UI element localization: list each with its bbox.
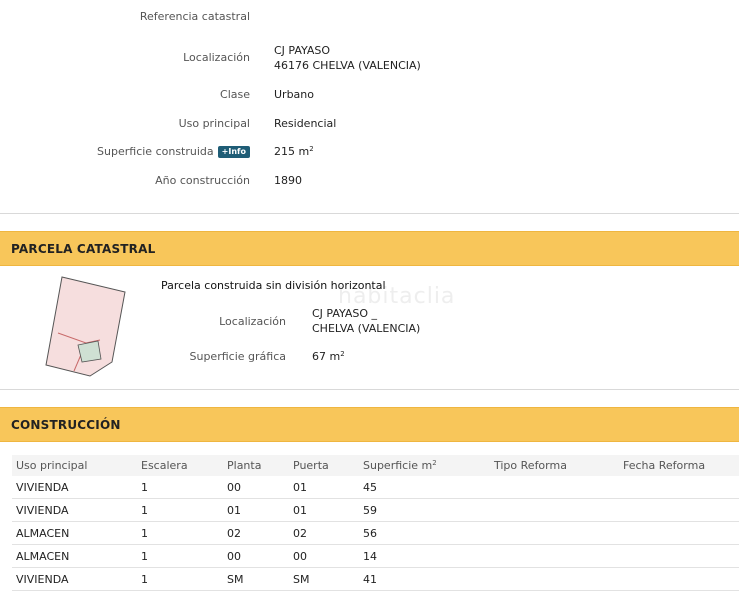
cell-fecha-reforma bbox=[619, 521, 739, 545]
cell-uso: VIVIENDA bbox=[12, 498, 137, 522]
cell-planta: 00 bbox=[223, 476, 289, 499]
cell-superficie: 14 bbox=[359, 544, 490, 568]
superficie-label-wrap: Superficie construida +Info bbox=[97, 145, 250, 158]
parcela-superficie-wrap: 67 m2 bbox=[312, 350, 345, 363]
col-planta: Planta bbox=[223, 455, 289, 476]
table-row: ALMACEN 1 02 02 56 bbox=[12, 521, 739, 545]
anio-value: 1890 bbox=[274, 174, 302, 187]
col-escalera: Escalera bbox=[137, 455, 223, 476]
cell-planta: 02 bbox=[223, 521, 289, 545]
cell-tipo-reforma bbox=[490, 567, 619, 591]
cell-tipo-reforma bbox=[490, 498, 619, 522]
table-header-row: Uso principal Escalera Planta Puerta Sup… bbox=[12, 455, 739, 476]
uso-value: Residencial bbox=[274, 117, 337, 130]
cell-puerta: 02 bbox=[289, 521, 359, 545]
cell-escalera: 1 bbox=[137, 521, 223, 545]
divider bbox=[0, 213, 739, 214]
col-superficie-wrap: Superficie m2 bbox=[359, 455, 490, 476]
cell-superficie: 41 bbox=[359, 567, 490, 591]
cell-planta: 01 bbox=[223, 498, 289, 522]
table-row: VIVIENDA 1 01 01 59 bbox=[12, 498, 739, 522]
cell-superficie: 56 bbox=[359, 521, 490, 545]
cell-superficie: 59 bbox=[359, 498, 490, 522]
cell-escalera: 1 bbox=[137, 498, 223, 522]
parcela-section-header: PARCELA CATASTRAL bbox=[0, 231, 739, 266]
col-puerta: Puerta bbox=[289, 455, 359, 476]
cell-tipo-reforma bbox=[490, 544, 619, 568]
cell-tipo-reforma bbox=[490, 476, 619, 499]
construccion-section-header: CONSTRUCCIÓN bbox=[0, 407, 739, 442]
col-superficie: Superficie m bbox=[363, 459, 433, 472]
catastro-page: Referencia catastral Localización CJ PAY… bbox=[0, 0, 739, 600]
cell-uso: ALMACEN bbox=[12, 544, 137, 568]
cell-planta: SM bbox=[223, 567, 289, 591]
superficie-label: Superficie construida bbox=[97, 145, 214, 158]
cell-uso: VIVIENDA bbox=[12, 476, 137, 499]
cell-puerta: 00 bbox=[289, 544, 359, 568]
parcela-section-title: PARCELA CATASTRAL bbox=[11, 242, 156, 256]
parcela-localizacion-label: Localización bbox=[219, 315, 286, 328]
divider bbox=[0, 389, 739, 390]
cell-fecha-reforma bbox=[619, 567, 739, 591]
cell-puerta: SM bbox=[289, 567, 359, 591]
parcela-localizacion-value: CJ PAYASO _ CHELVA (VALENCIA) bbox=[312, 306, 420, 336]
cell-fecha-reforma bbox=[619, 544, 739, 568]
cell-escalera: 1 bbox=[137, 544, 223, 568]
construccion-table: Uso principal Escalera Planta Puerta Sup… bbox=[12, 455, 739, 591]
localizacion-line2: 46176 CHELVA (VALENCIA) bbox=[274, 59, 421, 72]
cell-superficie: 45 bbox=[359, 476, 490, 499]
parcel-map-icon[interactable] bbox=[40, 272, 130, 378]
parcela-superficie-label: Superficie gráfica bbox=[189, 350, 287, 363]
col-tipo-reforma: Tipo Reforma bbox=[490, 455, 619, 476]
superficie-value: 215 m bbox=[274, 145, 310, 158]
col-superficie-exp: 2 bbox=[432, 459, 437, 467]
uso-label: Uso principal bbox=[178, 117, 250, 130]
col-uso: Uso principal bbox=[12, 455, 137, 476]
superficie-value-wrap: 215 m2 bbox=[274, 145, 314, 158]
clase-value: Urbano bbox=[274, 88, 314, 101]
table-row: VIVIENDA 1 SM SM 41 bbox=[12, 567, 739, 591]
cell-uso: VIVIENDA bbox=[12, 567, 137, 591]
cell-puerta: 01 bbox=[289, 498, 359, 522]
construccion-section-title: CONSTRUCCIÓN bbox=[11, 418, 121, 432]
col-fecha-reforma: Fecha Reforma bbox=[619, 455, 739, 476]
cell-planta: 00 bbox=[223, 544, 289, 568]
parcela-superficie-exp: 2 bbox=[340, 350, 345, 358]
localizacion-line1: CJ PAYASO bbox=[274, 44, 331, 57]
clase-label: Clase bbox=[220, 88, 250, 101]
cell-fecha-reforma bbox=[619, 498, 739, 522]
cell-escalera: 1 bbox=[137, 567, 223, 591]
localizacion-label: Localización bbox=[183, 51, 250, 64]
anio-label: Año construcción bbox=[155, 174, 250, 187]
superficie-exp: 2 bbox=[309, 145, 314, 153]
info-button[interactable]: +Info bbox=[217, 146, 250, 158]
cell-puerta: 01 bbox=[289, 476, 359, 499]
parcela-superficie-value: 67 m bbox=[312, 350, 341, 363]
table-row: VIVIENDA 1 00 01 45 bbox=[12, 476, 739, 499]
parcela-localizacion-line2: CHELVA (VALENCIA) bbox=[312, 322, 421, 335]
cell-uso: ALMACEN bbox=[12, 521, 137, 545]
localizacion-value: CJ PAYASO 46176 CHELVA (VALENCIA) bbox=[274, 43, 421, 73]
parcela-heading: Parcela construida sin división horizont… bbox=[161, 279, 386, 292]
table-row: ALMACEN 1 00 00 14 bbox=[12, 544, 739, 568]
referencia-label: Referencia catastral bbox=[139, 10, 250, 23]
cell-escalera: 1 bbox=[137, 476, 223, 499]
parcela-localizacion-line1: CJ PAYASO _ bbox=[312, 307, 378, 320]
cell-tipo-reforma bbox=[490, 521, 619, 545]
cell-fecha-reforma bbox=[619, 476, 739, 499]
